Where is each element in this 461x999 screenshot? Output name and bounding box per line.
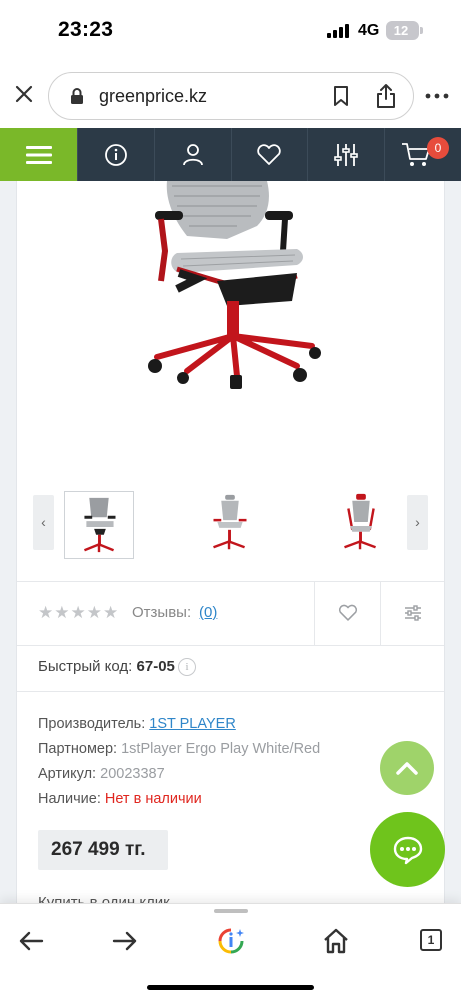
reviews-label: Отзывы: bbox=[132, 604, 192, 621]
sheet-handle[interactable] bbox=[214, 909, 248, 913]
info-icon bbox=[104, 143, 127, 166]
signal-icon bbox=[327, 24, 349, 38]
part-number-value: 1stPlayer Ergo Play White/Red bbox=[121, 741, 321, 757]
product-card: ‹ › ★★★★★ Отзывы: (0) Быстрый код: 67-05… bbox=[16, 181, 445, 903]
add-to-wishlist-button[interactable] bbox=[314, 581, 380, 645]
lock-icon bbox=[71, 88, 83, 104]
manufacturer-row: Производитель: 1ST PLAYER bbox=[38, 716, 236, 732]
url-text: greenprice.kz bbox=[99, 86, 208, 106]
product-main-image[interactable] bbox=[117, 181, 347, 391]
nav-wishlist-button[interactable] bbox=[230, 128, 308, 181]
price-box: 267 499 тг. bbox=[38, 830, 168, 870]
article-row: Артикул: 20023387 bbox=[38, 766, 165, 782]
product-gallery-thumbnails: ‹ › bbox=[33, 491, 429, 559]
status-time: 23:23 bbox=[58, 18, 114, 41]
manufacturer-link[interactable]: 1ST PLAYER bbox=[149, 716, 236, 732]
rating-row: ★★★★★ Отзывы: (0) bbox=[17, 581, 444, 645]
cart-count-badge: 0 bbox=[426, 137, 449, 159]
article-label: Артикул: bbox=[38, 766, 97, 782]
chat-button[interactable] bbox=[370, 812, 445, 887]
info-icon[interactable]: i bbox=[178, 658, 196, 676]
chevron-up-icon bbox=[396, 762, 418, 775]
menu-button[interactable] bbox=[0, 128, 77, 181]
home-indicator bbox=[147, 985, 314, 990]
part-number-label: Партномер: bbox=[38, 741, 118, 757]
quick-code: Быстрый код: 67-05 bbox=[38, 658, 175, 675]
gallery-prev-button[interactable]: ‹ bbox=[33, 495, 54, 550]
forward-arrow-icon[interactable] bbox=[110, 926, 140, 956]
gallery-next-button[interactable]: › bbox=[407, 495, 428, 550]
page: 23:23 4G 12 greenprice.kz 0 ‹ › ★★★★★ От… bbox=[0, 0, 461, 999]
google-lens-icon[interactable] bbox=[216, 926, 246, 956]
buy-one-click-link[interactable]: Купить в один клик bbox=[38, 894, 170, 903]
gallery-thumbnail[interactable] bbox=[196, 491, 266, 559]
article-value: 20023387 bbox=[100, 766, 165, 782]
sliders-icon bbox=[404, 605, 421, 621]
quick-code-label: Быстрый код: bbox=[38, 658, 133, 675]
gallery-thumbnail[interactable] bbox=[64, 491, 134, 559]
availability-value: Нет в наличии bbox=[104, 791, 202, 807]
sliders-icon bbox=[334, 143, 359, 166]
rating-stars[interactable]: ★★★★★ bbox=[38, 603, 119, 623]
heart-icon bbox=[338, 604, 357, 621]
battery-level: 12 bbox=[393, 23, 409, 38]
product-content: ‹ › ★★★★★ Отзывы: (0) Быстрый код: 67-05… bbox=[0, 181, 461, 903]
nav-info-button[interactable] bbox=[77, 128, 154, 181]
bookmark-icon[interactable] bbox=[331, 85, 351, 107]
quick-code-value: 67-05 bbox=[136, 658, 175, 675]
cart-icon bbox=[401, 142, 430, 166]
tabs-button[interactable]: 1 bbox=[420, 929, 450, 959]
manufacturer-label: Производитель: bbox=[38, 716, 146, 732]
tabs-count: 1 bbox=[420, 929, 442, 951]
close-icon[interactable] bbox=[12, 82, 36, 106]
nav-compare-button[interactable] bbox=[307, 128, 384, 181]
divider bbox=[17, 645, 444, 646]
browser-address-bar: greenprice.kz bbox=[0, 62, 461, 128]
gallery-thumbnail[interactable] bbox=[327, 491, 397, 559]
share-icon[interactable] bbox=[375, 83, 397, 109]
divider bbox=[17, 691, 444, 692]
browser-toolbar: 1 bbox=[0, 903, 461, 999]
home-icon[interactable] bbox=[321, 926, 351, 956]
hamburger-icon bbox=[26, 146, 52, 164]
reviews-count-link[interactable]: (0) bbox=[199, 604, 217, 621]
back-arrow-icon[interactable] bbox=[16, 926, 46, 956]
battery-icon: 12 bbox=[386, 21, 423, 40]
availability-label: Наличие: bbox=[38, 791, 101, 807]
more-options-icon[interactable] bbox=[425, 92, 449, 100]
nav-account-button[interactable] bbox=[153, 128, 231, 181]
product-price: 267 499 тг. bbox=[51, 839, 146, 860]
network-type: 4G bbox=[358, 22, 380, 39]
chat-icon bbox=[393, 836, 422, 864]
user-icon bbox=[182, 143, 203, 165]
url-field[interactable]: greenprice.kz bbox=[48, 72, 414, 120]
status-bar: 23:23 4G 12 bbox=[0, 0, 461, 62]
site-navigation: 0 bbox=[0, 128, 461, 181]
part-number-row: Партномер: 1stPlayer Ergo Play White/Red bbox=[38, 741, 320, 757]
scroll-to-top-button[interactable] bbox=[380, 741, 434, 795]
add-to-compare-button[interactable] bbox=[380, 581, 444, 645]
heart-icon bbox=[257, 143, 282, 165]
availability-row: Наличие: Нет в наличии bbox=[38, 791, 202, 807]
nav-cart-button[interactable]: 0 bbox=[384, 128, 461, 181]
